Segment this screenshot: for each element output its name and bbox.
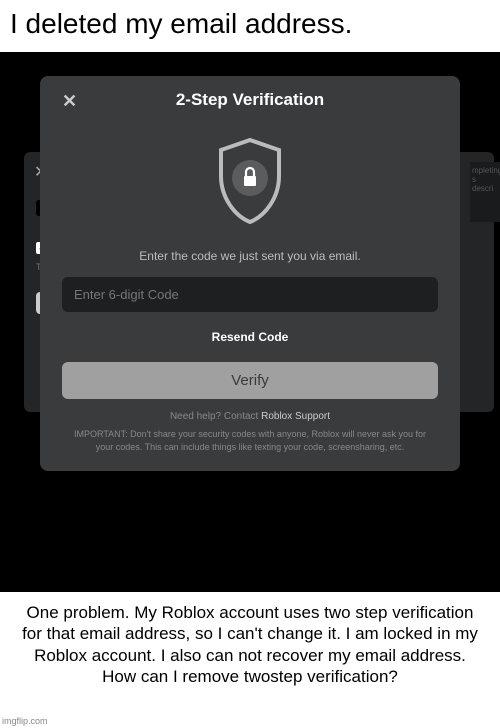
modal-header: ✕ 2-Step Verification [62, 90, 438, 116]
background-right-strip: mpletings descri [470, 162, 500, 222]
roblox-support-link[interactable]: Roblox Support [261, 411, 330, 422]
help-prefix: Need help? Contact [170, 411, 261, 422]
screenshot-area: ✕ ✓ The mpletings descri ✕ 2-Step Verifi… [0, 52, 500, 592]
help-line: Need help? Contact Roblox Support [62, 411, 438, 422]
meme-top-text: I deleted my email address. [0, 0, 500, 52]
shield-lock-icon [211, 136, 289, 226]
security-warning-text: IMPORTANT: Don't share your security cod… [62, 428, 438, 453]
watermark: imgflip.com [2, 716, 48, 726]
meme-bottom-text: One problem. My Roblox account uses two … [0, 592, 500, 697]
verification-code-input[interactable] [62, 277, 438, 312]
two-step-verification-modal: ✕ 2-Step Verification Enter the code we … [40, 76, 460, 471]
modal-title: 2-Step Verification [176, 90, 324, 109]
verify-button[interactable]: Verify [62, 362, 438, 399]
close-icon[interactable]: ✕ [62, 92, 77, 110]
shield-icon-container [62, 136, 438, 231]
resend-code-link[interactable]: Resend Code [62, 330, 438, 344]
instruction-text: Enter the code we just sent you via emai… [62, 249, 438, 263]
